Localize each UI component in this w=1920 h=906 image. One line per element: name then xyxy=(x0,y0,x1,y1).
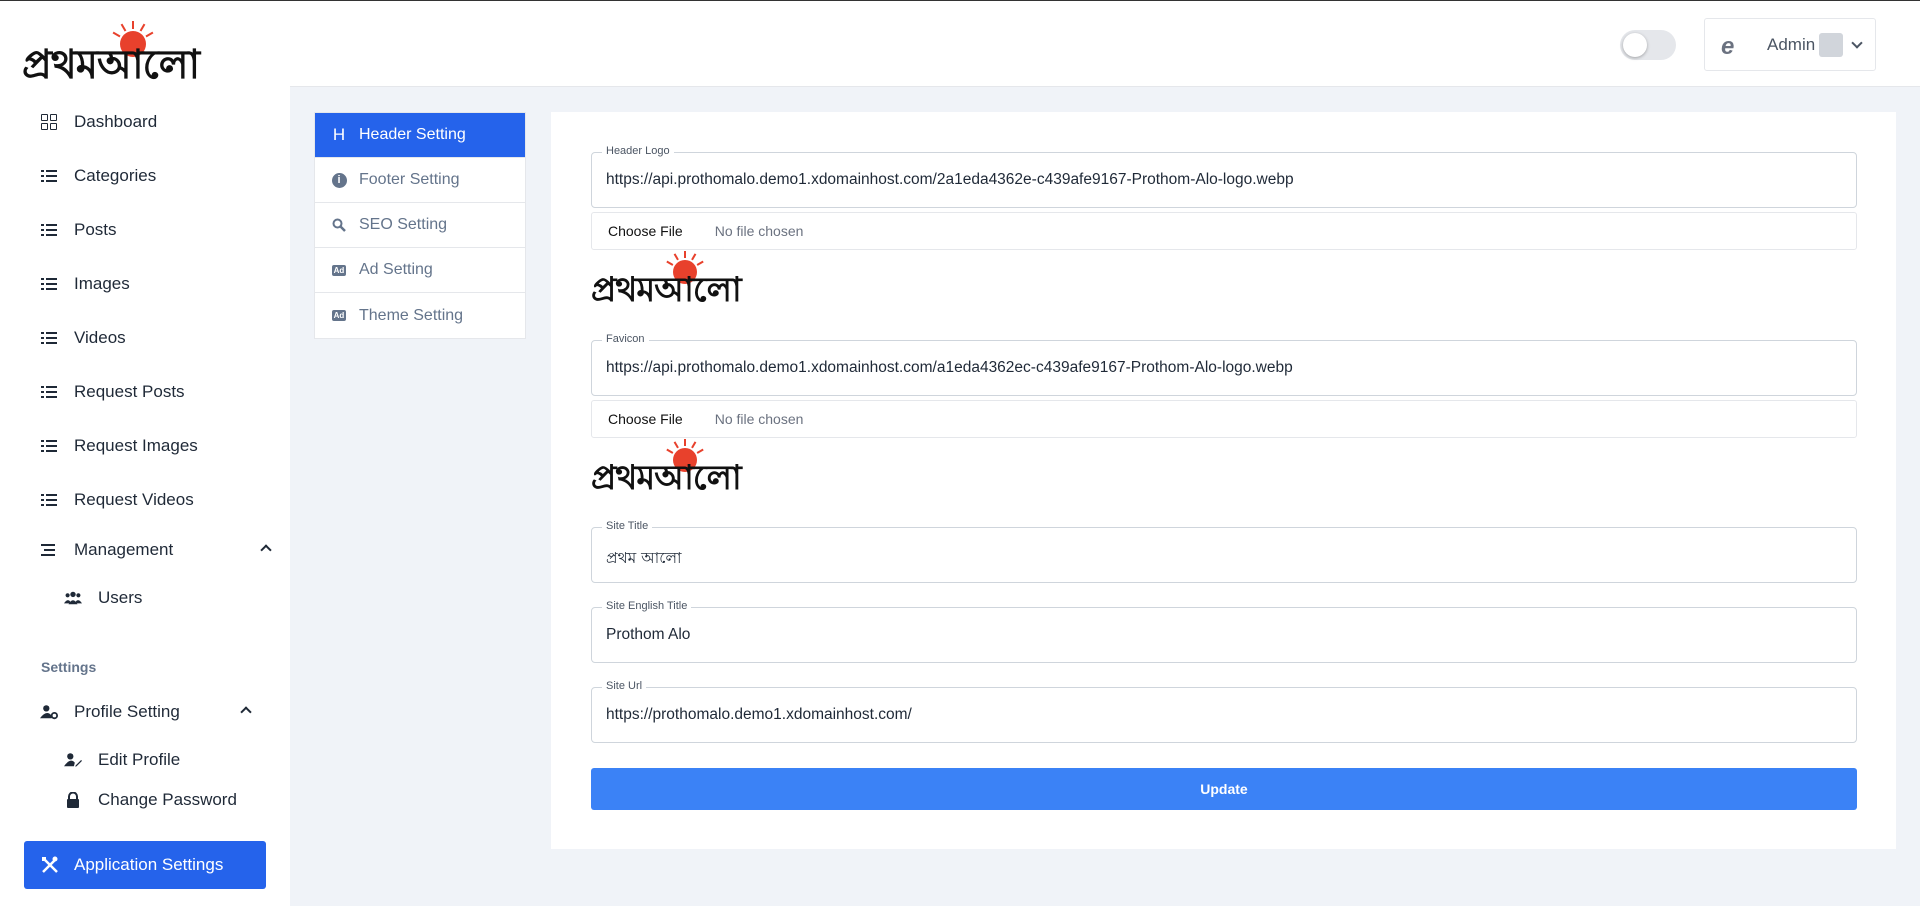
heading-icon: H xyxy=(332,125,346,144)
theme-toggle[interactable] xyxy=(1620,30,1676,60)
sidebar-item-application-settings[interactable]: Application Settings xyxy=(24,841,266,889)
tab-seo-setting[interactable]: SEO Setting xyxy=(315,203,525,248)
brand-logo[interactable]: প্রথমআলো xyxy=(22,19,242,88)
site-url-field[interactable]: Site Url https://prothomalo.demo1.xdomai… xyxy=(591,680,1857,743)
settings-section-label: Settings xyxy=(41,659,97,675)
tab-footer-setting[interactable]: i Footer Setting xyxy=(315,158,525,203)
sidebar-item-profile-setting[interactable]: Profile Setting xyxy=(40,697,252,727)
sidebar-item-request-images[interactable]: Request Images xyxy=(40,431,198,461)
chevron-down-icon xyxy=(1851,37,1863,49)
chevron-up-icon xyxy=(260,544,272,556)
header-logo-field[interactable]: Header Logo https://api.prothomalo.demo1… xyxy=(591,145,1857,208)
user-menu[interactable]: e Admin xyxy=(1704,18,1876,71)
edge-icon: e xyxy=(1721,33,1735,60)
search-icon xyxy=(331,218,347,232)
info-icon: i xyxy=(331,172,347,188)
toggle-knob xyxy=(1623,33,1647,57)
menu-icon xyxy=(40,541,58,559)
sidebar-item-change-password[interactable]: Change Password xyxy=(64,785,237,815)
sidebar-item-posts[interactable]: Posts xyxy=(40,215,117,245)
grid-icon xyxy=(40,113,58,131)
list-icon xyxy=(40,167,58,185)
tab-header-setting[interactable]: H Header Setting xyxy=(315,113,525,158)
favicon-field[interactable]: Favicon https://api.prothomalo.demo1.xdo… xyxy=(591,333,1857,396)
favicon-preview: প্রথমআলো xyxy=(591,439,791,498)
sidebar-item-request-posts[interactable]: Request Posts xyxy=(40,377,185,407)
sidebar-item-users[interactable]: Users xyxy=(64,583,142,613)
ad-icon: Ad xyxy=(331,310,347,321)
tools-icon xyxy=(40,855,60,875)
sidebar-item-request-videos[interactable]: Request Videos xyxy=(40,485,194,515)
site-title-field[interactable]: Site Title প্রথম আলো xyxy=(591,520,1857,583)
sidebar-item-videos[interactable]: Videos xyxy=(40,323,126,353)
sidebar-item-edit-profile[interactable]: Edit Profile xyxy=(64,745,180,775)
sidebar-item-images[interactable]: Images xyxy=(40,269,130,299)
favicon-file-input[interactable]: Choose File No file chosen xyxy=(591,400,1857,438)
choose-file-button[interactable]: Choose File xyxy=(608,411,683,427)
list-icon xyxy=(40,491,58,509)
sidebar-item-dashboard[interactable]: Dashboard xyxy=(40,107,157,137)
choose-file-button[interactable]: Choose File xyxy=(608,223,683,239)
users-icon xyxy=(64,589,82,607)
list-icon xyxy=(40,383,58,401)
settings-tabs: H Header Setting i Footer Setting SEO Se… xyxy=(314,112,526,339)
user-edit-icon xyxy=(64,751,82,769)
sidebar: প্রথমআলো Dashboard Categories Posts Imag… xyxy=(0,1,290,906)
update-button[interactable]: Update xyxy=(591,768,1857,810)
list-icon xyxy=(40,329,58,347)
list-icon xyxy=(40,221,58,239)
user-cog-icon xyxy=(40,703,58,721)
tab-ad-setting[interactable]: Ad Ad Setting xyxy=(315,248,525,293)
header-settings-form: Header Logo https://api.prothomalo.demo1… xyxy=(551,112,1896,849)
chevron-up-icon xyxy=(240,706,252,718)
list-icon xyxy=(40,275,58,293)
tab-theme-setting[interactable]: Ad Theme Setting xyxy=(315,293,525,338)
avatar xyxy=(1819,33,1843,57)
sidebar-item-management[interactable]: Management xyxy=(40,535,272,565)
header-logo-file-input[interactable]: Choose File No file chosen xyxy=(591,212,1857,250)
ad-icon: Ad xyxy=(331,264,347,276)
site-english-title-field[interactable]: Site English Title Prothom Alo xyxy=(591,600,1857,663)
lock-icon xyxy=(64,791,82,809)
list-icon xyxy=(40,437,58,455)
header-logo-preview: প্রথমআলো xyxy=(591,251,791,310)
sidebar-item-categories[interactable]: Categories xyxy=(40,161,156,191)
